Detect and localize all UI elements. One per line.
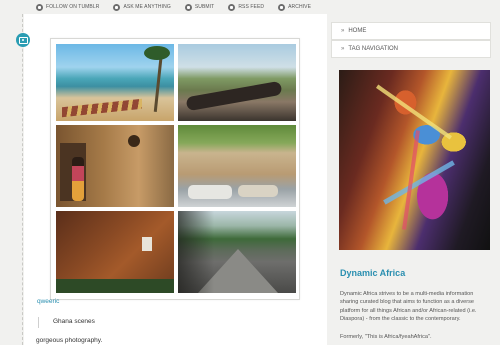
sidebar-item-tag-navigation[interactable]: » TAG NAVIGATION — [331, 40, 491, 58]
cannon-shape — [185, 80, 283, 112]
beach-with-boats-photo[interactable] — [56, 44, 174, 121]
sidebar-item-label: HOME — [348, 28, 367, 34]
paint-stroke — [383, 160, 455, 205]
ask-me-anything-label: ASK ME ANYTHING — [123, 4, 171, 10]
boats-shape — [62, 98, 142, 118]
chevron-right-icon: » — [341, 28, 345, 34]
top-nav: FOLLOW ON TUMBLR ASK ME ANYTHING SUBMIT … — [22, 0, 336, 14]
ask-me-anything-link[interactable]: ASK ME ANYTHING — [113, 3, 171, 11]
road-blur-photo[interactable] — [178, 211, 296, 293]
person-shape — [72, 157, 84, 201]
tumblr-icon — [36, 3, 43, 11]
question-icon — [113, 3, 121, 11]
submit-link[interactable]: SUBMIT — [184, 3, 215, 11]
round-window-shape — [128, 135, 140, 147]
photoset — [50, 38, 300, 300]
blog-description: Dynamic Africa strives to be a multi-med… — [340, 291, 477, 323]
blog-formerly-note: Formerly, "This is Africa/fyeahAfrica". — [340, 334, 432, 340]
archive-label: ARCHIVE — [288, 4, 312, 10]
sidebar: » HOME » TAG NAVIGATION Dynamic Africa D… — [331, 14, 500, 345]
post — [24, 14, 327, 345]
follow-on-tumblr-label: FOLLOW ON TUMBLR — [46, 4, 100, 10]
submit-label: SUBMIT — [194, 4, 215, 10]
woman-by-wall-photo[interactable] — [56, 125, 174, 207]
archive-icon — [278, 3, 286, 11]
blockquote-bar — [38, 317, 39, 328]
red-clay-building-photo[interactable] — [56, 211, 174, 293]
rss-feed-link[interactable]: RSS FEED — [228, 3, 265, 11]
submit-icon — [184, 3, 192, 11]
graffiti-wall-cars-photo[interactable] — [178, 125, 296, 207]
rss-icon — [228, 3, 236, 11]
cannon-overlook-photo[interactable] — [178, 44, 296, 121]
paint-stroke — [375, 84, 453, 140]
abstract-painting-avatar — [339, 70, 490, 250]
sidebar-item-label: TAG NAVIGATION — [348, 46, 399, 52]
caption-title: Ghana scenes — [53, 318, 95, 325]
sidebar-item-home[interactable]: » HOME — [331, 22, 491, 40]
blog-title[interactable]: Dynamic Africa — [340, 268, 405, 278]
palm-fronds-shape — [144, 46, 170, 60]
greenery-strip-shape — [56, 279, 174, 293]
follow-on-tumblr-link[interactable]: FOLLOW ON TUMBLR — [36, 3, 100, 11]
chevron-right-icon: » — [341, 46, 345, 52]
motion-blur-shape — [178, 211, 214, 293]
car-shape — [188, 185, 232, 199]
sign-shape — [142, 237, 152, 251]
archive-link[interactable]: ARCHIVE — [278, 3, 312, 11]
caption-body: gorgeous photography. — [36, 337, 103, 344]
avatar[interactable] — [339, 70, 490, 250]
timeline-rail — [22, 14, 23, 345]
post-user-link[interactable]: qweeric — [37, 298, 59, 305]
car-shape-2 — [238, 185, 278, 197]
rss-feed-label: RSS FEED — [238, 4, 265, 10]
